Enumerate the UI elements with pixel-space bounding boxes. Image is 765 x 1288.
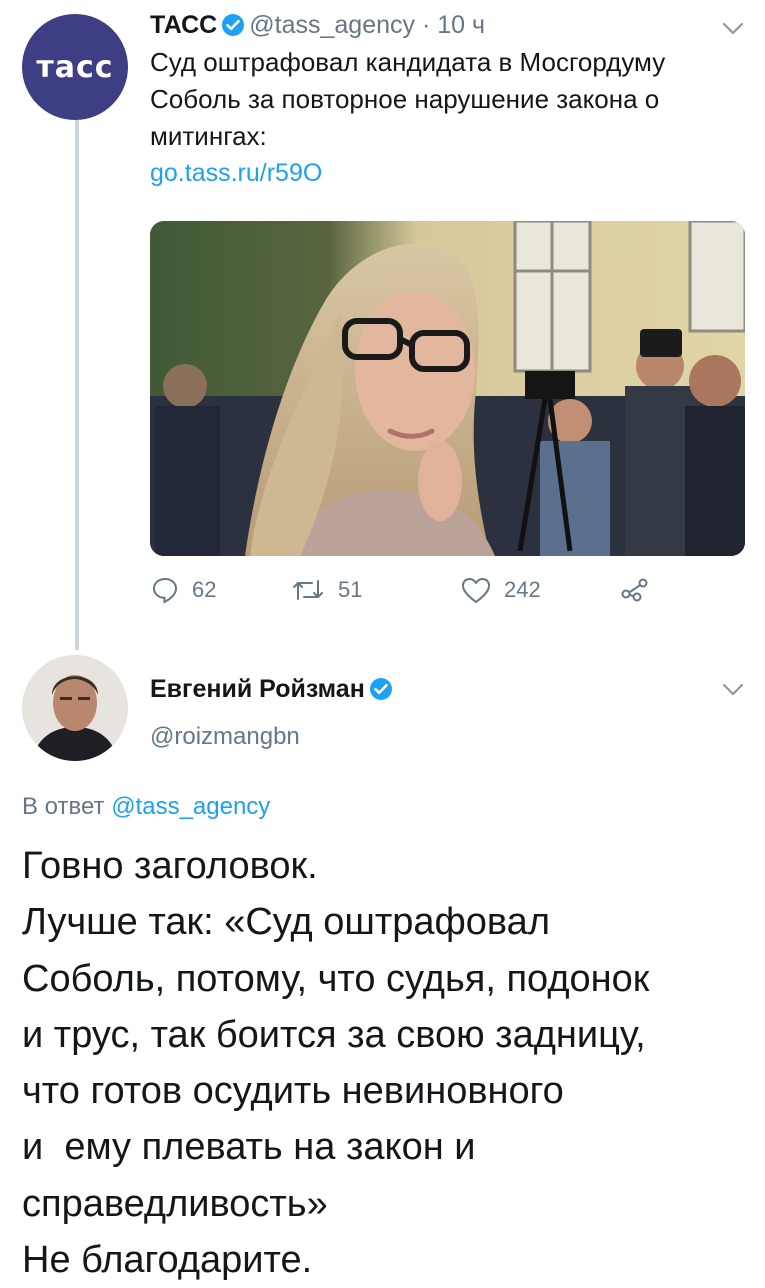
tweet2-body-line: справедливость» [22, 1182, 328, 1225]
tweet1-separator: · [421, 11, 431, 39]
thread-connector-line [75, 120, 79, 650]
share-action[interactable] [620, 575, 650, 605]
verified-badge-icon [222, 14, 245, 36]
tweet1-photo-image [150, 221, 745, 556]
tweet1-text: Суд оштрафовал кандидата в Мосгордуму Со… [150, 44, 740, 155]
chevron-down-icon[interactable] [722, 683, 744, 697]
tweet1-author-name[interactable]: ТАСС [150, 11, 217, 39]
tweet2-author-name[interactable]: Евгений Ройзман [150, 675, 365, 703]
tweet1-text-line: Суд оштрафовал кандидата в Мосгордуму [150, 47, 666, 77]
chevron-down-icon[interactable] [722, 22, 744, 36]
share-icon [621, 578, 648, 602]
tweet2-author: Евгений Ройзман [150, 675, 397, 704]
reply-label: В ответ [22, 793, 105, 820]
like-icon [462, 578, 490, 603]
tweet2-body-line: Соболь, потому, что судья, подонок [22, 957, 650, 1000]
tass-avatar-logo-text: тасс [36, 49, 114, 85]
tweet2-handle[interactable]: @roizmangbn [150, 723, 300, 751]
tweet1-text-line: митингах: [150, 121, 267, 151]
retweet-icon [293, 580, 323, 600]
tweet2-body-line: Лучше так: «Суд оштрафовал [22, 901, 550, 944]
tweet1-header: ТАСС @tass_agency · 10 ч [150, 10, 485, 40]
like-action[interactable]: 242 [460, 575, 541, 605]
tweet1-link[interactable]: go.tass.ru/r59O [150, 159, 322, 188]
tweet1-text-line: Соболь за повторное нарушение закона о [150, 84, 660, 114]
reply-to-handle-link[interactable]: @tass_agency [111, 793, 270, 820]
reply-context: В ответ @tass_agency [22, 793, 270, 821]
verified-badge-icon [369, 678, 392, 700]
tweet2-body-line: и ему плевать на закон и [22, 1126, 476, 1169]
tweet2-body-line: что готов осудить невиновного [22, 1070, 564, 1113]
tweet1-actions: 62 51 242 [150, 575, 670, 615]
roizman-avatar[interactable] [22, 655, 128, 761]
tweet1-photo[interactable] [150, 221, 745, 556]
roizman-avatar-image [22, 655, 128, 761]
retweet-count: 51 [338, 577, 363, 602]
reply-action[interactable]: 62 [150, 575, 216, 605]
tweet2-body-line: и трус, так боится за свою задницу, [22, 1013, 646, 1056]
reply-count: 62 [192, 577, 217, 602]
tweet1-handle[interactable]: @tass_agency [249, 11, 415, 39]
tweet2-body: Говно заголовок. Лучше так: «Суд оштрафо… [22, 838, 757, 1288]
tweet1-time[interactable]: 10 ч [437, 11, 485, 39]
reply-icon [152, 577, 178, 604]
like-count: 242 [504, 577, 541, 602]
tass-avatar[interactable]: тасс [22, 14, 128, 120]
tweet2-body-line: Говно заголовок. [22, 845, 318, 887]
retweet-action[interactable]: 51 [290, 575, 362, 605]
